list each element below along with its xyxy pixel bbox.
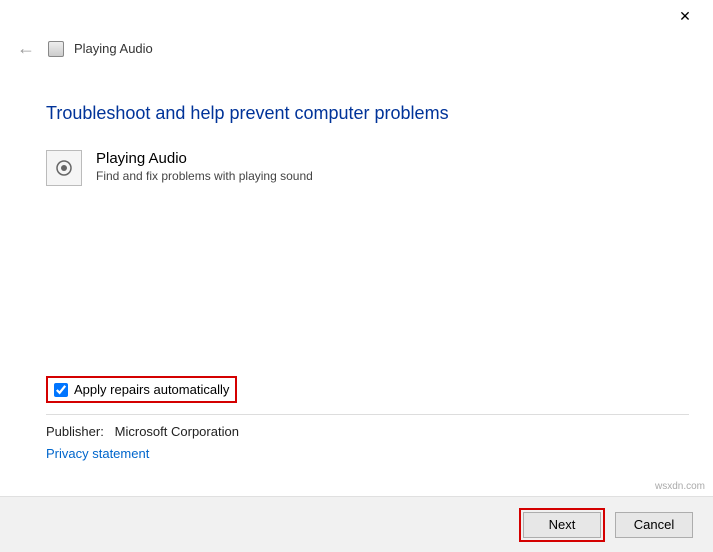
speaker-icon: [46, 150, 82, 186]
privacy-statement-link[interactable]: Privacy statement: [46, 446, 149, 461]
page-heading: Troubleshoot and help prevent computer p…: [46, 103, 667, 124]
watermark: wsxdn.com: [655, 481, 705, 492]
titlebar: ✕: [0, 0, 713, 32]
back-arrow-icon: ←: [14, 38, 38, 59]
troubleshooter-item: Playing Audio Find and fix problems with…: [46, 150, 667, 186]
header: ← Playing Audio: [0, 32, 713, 75]
item-title: Playing Audio: [96, 150, 313, 167]
next-button[interactable]: Next: [523, 512, 601, 538]
footer: Next Cancel: [0, 496, 713, 552]
cancel-button[interactable]: Cancel: [615, 512, 693, 538]
publisher-label: Publisher:: [46, 424, 104, 439]
troubleshooter-icon: [48, 41, 64, 57]
divider: [46, 414, 689, 415]
item-description: Find and fix problems with playing sound: [96, 169, 313, 183]
apply-repairs-label: Apply repairs automatically: [74, 382, 229, 397]
speaker-svg: [54, 158, 74, 178]
close-icon: ✕: [679, 8, 691, 25]
publisher-row: Publisher: Microsoft Corporation: [46, 424, 239, 439]
apply-repairs-checkbox-row[interactable]: Apply repairs automatically: [46, 376, 237, 403]
apply-repairs-checkbox[interactable]: [54, 383, 68, 397]
publisher-value: Microsoft Corporation: [115, 424, 239, 439]
header-title: Playing Audio: [74, 41, 153, 56]
close-button[interactable]: ✕: [665, 2, 705, 30]
content-area: Troubleshoot and help prevent computer p…: [0, 103, 713, 186]
next-button-highlight: Next: [519, 508, 605, 542]
